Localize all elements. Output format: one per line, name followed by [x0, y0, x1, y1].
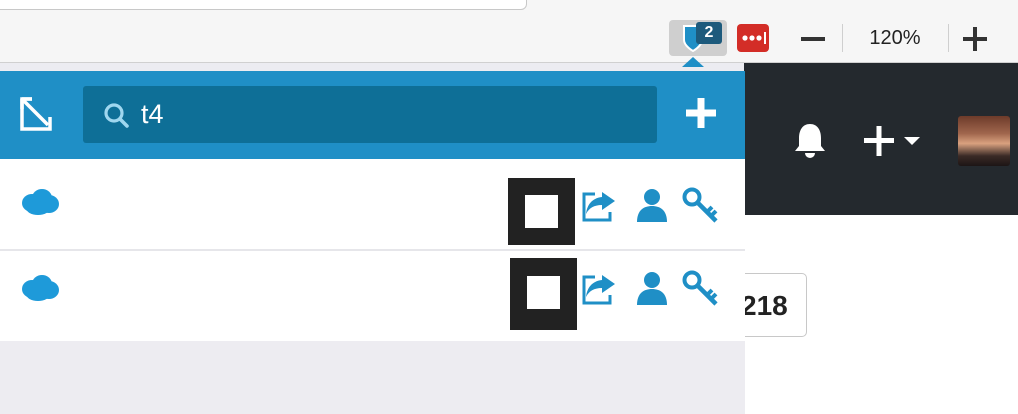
zoom-level[interactable]: 120% [852, 24, 938, 52]
url-bar[interactable] [0, 0, 527, 10]
lastpass-extension-button[interactable] [737, 24, 769, 52]
lastpass-icon [742, 32, 766, 44]
counter-badge: 218 [740, 273, 807, 337]
bell-icon[interactable] [792, 120, 828, 160]
toolbar-divider [948, 24, 949, 52]
browser-toolbar: 2 120% [0, 0, 1018, 63]
salesforce-cloud-icon [22, 189, 59, 215]
zoom-in-button[interactable] [960, 24, 990, 54]
toolbar-divider [842, 24, 843, 52]
create-new-menu-icon[interactable] [860, 120, 930, 160]
share-icon[interactable] [580, 186, 618, 224]
search-input[interactable] [141, 86, 641, 143]
key-icon[interactable] [682, 186, 720, 224]
add-item-icon[interactable] [685, 97, 717, 129]
list-item[interactable] [0, 159, 745, 249]
search-icon [104, 103, 129, 128]
password-manager-popup [0, 71, 745, 414]
popup-header [0, 71, 745, 159]
item-checkbox[interactable] [508, 178, 575, 245]
search-field[interactable] [83, 86, 657, 143]
share-icon[interactable] [580, 269, 618, 307]
list-item[interactable] [0, 251, 745, 341]
key-icon[interactable] [682, 269, 720, 307]
salesforce-cloud-icon [22, 275, 59, 301]
zoom-out-button[interactable] [798, 24, 828, 54]
user-icon[interactable] [633, 186, 671, 224]
open-vault-icon[interactable] [18, 93, 54, 133]
extension-count-badge: 2 [696, 22, 722, 44]
avatar[interactable] [958, 116, 1010, 166]
user-icon[interactable] [633, 269, 671, 307]
item-checkbox[interactable] [510, 258, 577, 330]
item-name [78, 194, 478, 214]
item-name [78, 281, 478, 301]
popup-pointer [682, 57, 704, 67]
